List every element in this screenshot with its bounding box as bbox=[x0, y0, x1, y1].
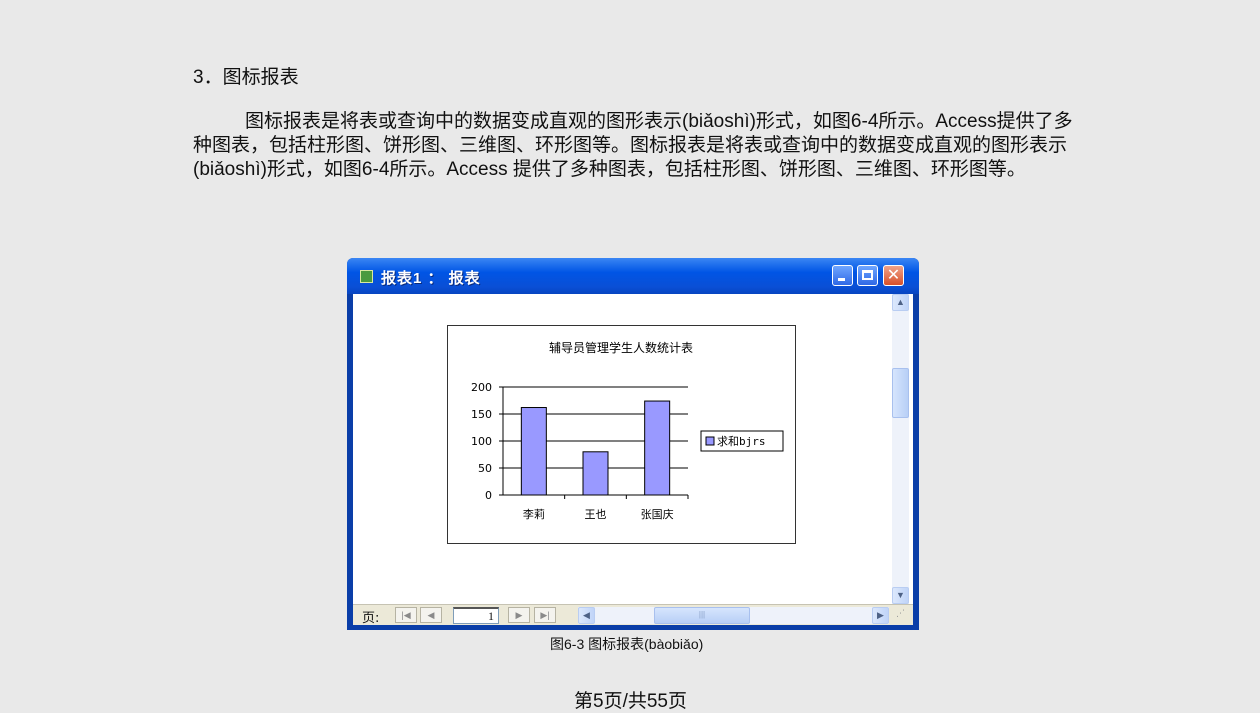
last-page-button[interactable]: ▶| bbox=[534, 607, 556, 623]
figure-caption: 图6-3 图标报表(bàobiǎo) bbox=[550, 636, 704, 652]
horizontal-scroll-thumb[interactable]: ||| bbox=[654, 607, 750, 624]
page-label: 页: bbox=[362, 611, 380, 626]
resize-grip-icon[interactable]: ⋰ bbox=[896, 608, 910, 623]
maximize-icon bbox=[862, 270, 873, 280]
page-number-input[interactable]: 1 bbox=[453, 607, 499, 624]
minimize-icon bbox=[838, 278, 845, 281]
y-tick-label: 50 bbox=[478, 462, 492, 475]
x-tick-label: 李莉 bbox=[523, 507, 545, 521]
close-button[interactable]: ✕ bbox=[883, 265, 904, 286]
scroll-down-icon[interactable]: ▼ bbox=[892, 587, 909, 604]
y-tick-label: 0 bbox=[485, 489, 492, 502]
legend-swatch bbox=[705, 436, 715, 446]
bar bbox=[520, 407, 547, 496]
section-heading: 3．图标报表 bbox=[193, 67, 299, 88]
window-title: 报表1 ： 报表 bbox=[381, 270, 481, 287]
body-paragraph: 图标报表是将表或查询中的数据变成直观的图形表示(biǎoshì)形式，如图6-4… bbox=[193, 111, 1073, 180]
horizontal-scrollbar[interactable]: ◀ ||| ▶ bbox=[578, 607, 889, 624]
next-page-button[interactable]: ▶ bbox=[508, 607, 530, 623]
scroll-left-icon[interactable]: ◀ bbox=[578, 607, 595, 624]
chart-frame: 辅导员管理学生人数统计表 0 50 100 150 200 李莉 王也 张国庆 求和bjrs bbox=[447, 325, 796, 544]
x-tick-label: 王也 bbox=[585, 508, 607, 521]
title-bar[interactable]: 报表1 ： 报表 ✕ bbox=[347, 258, 919, 294]
minimize-button[interactable] bbox=[832, 265, 853, 286]
first-page-button[interactable]: |◀ bbox=[395, 607, 417, 623]
report-icon bbox=[360, 270, 373, 283]
x-tick-label: 张国庆 bbox=[641, 507, 674, 521]
y-tick-label: 150 bbox=[471, 408, 492, 421]
chart-title: 辅导员管理学生人数统计表 bbox=[549, 340, 693, 355]
prev-page-button[interactable]: ◀ bbox=[420, 607, 442, 623]
scroll-right-icon[interactable]: ▶ bbox=[872, 607, 889, 624]
vertical-scrollbar[interactable]: ▲ ▼ bbox=[892, 294, 909, 604]
bar bbox=[582, 451, 609, 496]
record-navigation-bar: 页: |◀ ◀ 1 ▶ ▶| ◀ ||| ▶ ⋰ bbox=[353, 604, 913, 626]
bar bbox=[644, 400, 671, 496]
y-tick-label: 100 bbox=[471, 435, 492, 448]
bar-chart: 辅导员管理学生人数统计表 0 50 100 150 200 李莉 王也 张国庆 求和bjrs bbox=[471, 340, 784, 521]
legend-label: 求和bjrs bbox=[717, 435, 766, 448]
report-window: 报表1 ： 报表 ✕ 辅导员管理学生人数统计表 0 50 100 150 200 李莉 王也 张… bbox=[347, 258, 919, 630]
close-icon: ✕ bbox=[886, 267, 901, 284]
y-tick-label: 200 bbox=[471, 381, 492, 394]
maximize-button[interactable] bbox=[857, 265, 878, 286]
vertical-scroll-thumb[interactable] bbox=[892, 368, 909, 418]
scroll-up-icon[interactable]: ▲ bbox=[892, 294, 909, 311]
report-canvas: 辅导员管理学生人数统计表 0 50 100 150 200 李莉 王也 张国庆 求和bjrs bbox=[353, 294, 913, 604]
